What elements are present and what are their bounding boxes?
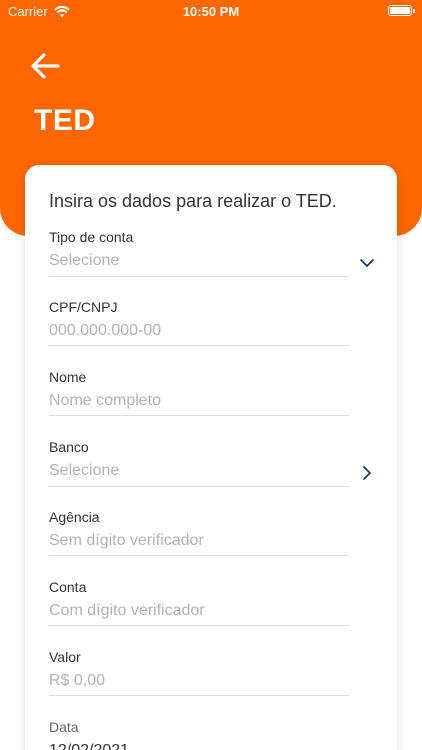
name-label: Nome [49, 369, 87, 385]
arrow-left-icon [31, 53, 60, 79]
bank-field: Banco Selecione [49, 439, 371, 487]
account-label: Conta [49, 579, 87, 595]
agency-input[interactable] [49, 532, 349, 556]
chevron-down-icon[interactable] [359, 255, 375, 271]
amount-input[interactable] [49, 672, 349, 696]
ted-form-card: Insira os dados para realizar o TED. Tip… [25, 165, 397, 750]
cpf-cnpj-field: CPF/CNPJ [49, 299, 349, 346]
cpf-cnpj-input[interactable] [49, 322, 349, 346]
date-input[interactable] [49, 742, 349, 750]
agency-label: Agência [49, 509, 100, 525]
date-label: Data [49, 719, 79, 735]
status-bar: Carrier 10:50 PM [0, 0, 422, 22]
form-subtitle: Insira os dados para realizar o TED. [49, 191, 337, 211]
page-title: TED [34, 104, 96, 137]
account-type-label: Tipo de conta [49, 229, 134, 245]
back-button[interactable] [28, 50, 62, 82]
status-time: 10:50 PM [182, 4, 240, 19]
account-input[interactable] [49, 602, 349, 626]
bank-label: Banco [49, 439, 89, 455]
battery-icon [388, 5, 415, 16]
account-type-select[interactable]: Selecione [49, 252, 349, 277]
agency-field: Agência [49, 509, 349, 556]
amount-label: Valor [49, 649, 81, 665]
bank-select[interactable]: Selecione [49, 462, 349, 487]
cpf-cnpj-label: CPF/CNPJ [49, 299, 118, 315]
account-type-field: Tipo de conta Selecione [49, 229, 374, 277]
name-field: Nome [49, 369, 349, 416]
amount-field: Valor [49, 649, 349, 696]
account-field: Conta [49, 579, 349, 626]
date-field: Data [49, 719, 349, 750]
chevron-right-icon[interactable] [359, 465, 375, 481]
name-input[interactable] [49, 392, 349, 416]
